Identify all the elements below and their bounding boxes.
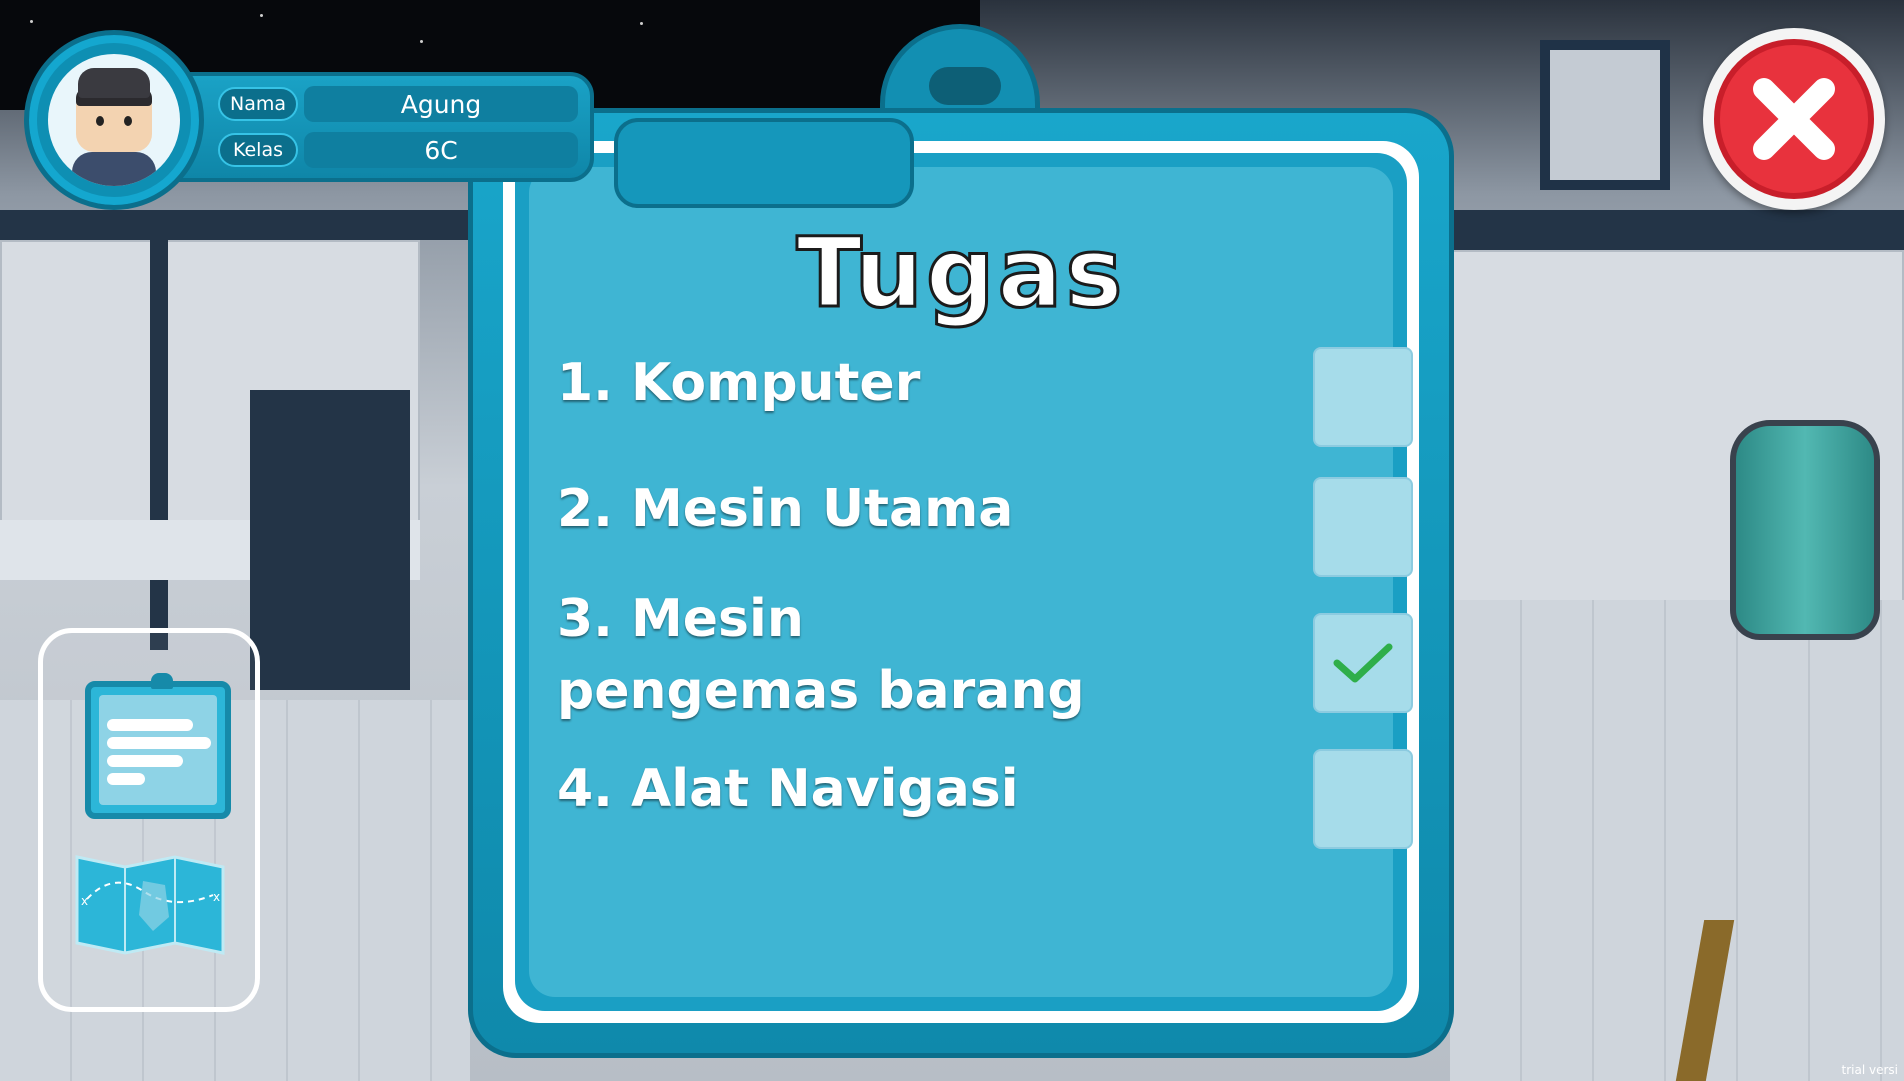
station-wall (1450, 210, 1904, 250)
station-wall (150, 230, 168, 650)
task-list-button[interactable] (85, 673, 231, 819)
task-board-panel: Tugas 1. Komputer 2. Mesin Utama 3. Mesi… (529, 167, 1413, 997)
floor-tiles (1450, 600, 1904, 1081)
close-button-face (1714, 39, 1874, 199)
task-item-1-checkbox[interactable] (1313, 347, 1413, 447)
map-button[interactable]: x x (73, 851, 227, 959)
task-item-2-label: 2. Mesin Utama (557, 479, 1014, 539)
name-label: Nama (218, 87, 298, 121)
task-board-title: Tugas (795, 216, 1126, 331)
player-info-bar: Nama Agung Kelas 6C (164, 72, 594, 182)
tool-sidebar: x x (38, 628, 260, 1012)
map-icon: x x (75, 855, 225, 955)
station-pillar (250, 390, 410, 690)
star (640, 22, 643, 25)
task-item-3-label: 3. Mesin pengemas barang (557, 589, 1085, 721)
task-item-3-checkbox[interactable] (1313, 613, 1413, 713)
class-label: Kelas (218, 133, 298, 167)
player-class-row: Kelas 6C (218, 132, 578, 168)
reactor-cylinder (1730, 420, 1880, 640)
clipboard-icon (99, 695, 217, 805)
hud-tab-background (614, 118, 914, 208)
name-value: Agung (304, 86, 578, 122)
star (30, 20, 33, 23)
star (420, 40, 423, 43)
avatar-portrait (48, 54, 180, 186)
station-door (1540, 40, 1670, 190)
task-item-4-label: 4. Alat Navigasi (557, 759, 1019, 819)
task-item-1-label: 1. Komputer (557, 353, 921, 413)
star (260, 14, 263, 17)
close-button[interactable] (1703, 28, 1885, 210)
close-icon (1753, 78, 1835, 160)
task-board: Tugas 1. Komputer 2. Mesin Utama 3. Mesi… (468, 108, 1454, 1058)
avatar (24, 30, 204, 210)
svg-text:x: x (81, 894, 88, 908)
task-item-2-checkbox[interactable] (1313, 477, 1413, 577)
svg-text:x: x (213, 890, 220, 904)
trial-watermark: trial versi (1841, 1063, 1898, 1077)
check-icon (1333, 643, 1393, 683)
class-value: 6C (304, 132, 578, 168)
task-item-4-checkbox[interactable] (1313, 749, 1413, 849)
player-name-row: Nama Agung (218, 86, 578, 122)
